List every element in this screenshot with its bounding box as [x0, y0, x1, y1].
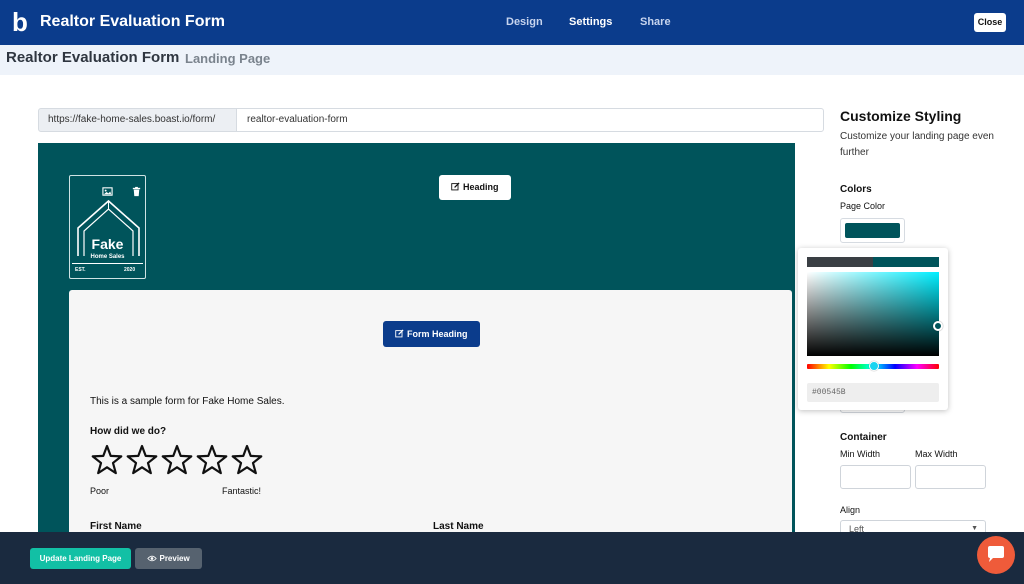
image-icon[interactable] — [102, 184, 113, 196]
star-4[interactable] — [196, 444, 228, 475]
url-slug-input[interactable]: realtor-evaluation-form — [236, 108, 824, 132]
sub-header: Realtor Evaluation Form Landing Page — [0, 45, 1024, 75]
saturation-area[interactable] — [807, 272, 939, 356]
min-width-label: Min Width — [840, 449, 881, 459]
logo-divider — [72, 263, 143, 264]
saturation-cursor[interactable] — [933, 321, 943, 331]
trash-icon[interactable] — [131, 184, 142, 197]
logo-tagline: Home Sales — [90, 254, 125, 260]
star-rating[interactable] — [90, 444, 270, 478]
tab-share[interactable]: Share — [640, 15, 671, 29]
color-preview-strip — [807, 257, 939, 267]
eye-icon — [147, 555, 157, 562]
preview-button-label: Preview — [159, 554, 190, 563]
align-label: Align — [840, 505, 861, 515]
sidebar-heading: Customize Styling — [840, 108, 962, 124]
star-1[interactable] — [91, 444, 123, 475]
heading-button[interactable]: Heading — [439, 175, 511, 200]
max-width-input[interactable] — [915, 465, 986, 489]
rating-low-label: Poor — [90, 486, 110, 496]
close-button[interactable]: Close — [974, 13, 1006, 32]
edit-icon — [451, 182, 461, 191]
heading-button-label: Heading — [463, 182, 499, 192]
page-title: Realtor Evaluation Form — [6, 49, 180, 66]
form-card: Form Heading This is a sample form for F… — [69, 290, 792, 543]
form-intro-text: This is a sample form for Fake Home Sale… — [90, 396, 285, 407]
update-landing-page-button[interactable]: Update Landing Page — [30, 548, 131, 569]
star-5[interactable] — [231, 444, 263, 475]
landing-page-preview: Fake Home Sales EST. 2020 Heading Form H… — [38, 143, 795, 543]
logo-name: Fake — [91, 236, 124, 252]
tab-settings[interactable]: Settings — [569, 15, 612, 29]
colors-label: Colors — [840, 184, 872, 195]
page-color-swatch[interactable] — [840, 218, 905, 243]
star-3[interactable] — [161, 444, 193, 475]
star-2[interactable] — [126, 444, 158, 475]
page-color-swatch-fill — [845, 223, 900, 238]
sidebar-description: Customize your landing page even further — [840, 131, 994, 158]
form-heading-button[interactable]: Form Heading — [383, 321, 480, 347]
form-heading-button-label: Form Heading — [407, 329, 468, 339]
page-subtitle: Landing Page — [185, 51, 271, 66]
min-width-input[interactable] — [840, 465, 911, 489]
chat-bubble-icon — [988, 546, 1004, 562]
boast-logo-icon[interactable]: b — [12, 9, 34, 35]
max-width-label: Max Width — [915, 449, 958, 459]
logo-year: 2020 — [124, 267, 136, 273]
rating-high-label: Fantastic! — [222, 486, 262, 496]
logo-est: EST. — [75, 267, 86, 273]
current-color — [873, 257, 939, 267]
edit-icon — [395, 329, 405, 338]
tab-design[interactable]: Design — [506, 15, 543, 29]
chat-button[interactable] — [977, 536, 1015, 574]
hex-color-input[interactable] — [807, 383, 939, 402]
preview-button[interactable]: Preview — [135, 548, 202, 569]
top-nav-bar: b Realtor Evaluation Form Design Setting… — [0, 0, 1024, 45]
hue-slider-handle[interactable] — [869, 361, 879, 371]
url-prefix: https://fake-home-sales.boast.io/form/ — [38, 108, 237, 132]
container-label: Container — [840, 432, 887, 443]
previous-color — [807, 257, 873, 267]
color-picker-popover — [798, 248, 948, 410]
rating-question: How did we do? — [90, 426, 167, 437]
logo-image[interactable]: Fake Home Sales EST. 2020 — [69, 175, 146, 279]
page-color-label: Page Color — [840, 201, 886, 211]
app-title: Realtor Evaluation Form — [40, 13, 225, 30]
